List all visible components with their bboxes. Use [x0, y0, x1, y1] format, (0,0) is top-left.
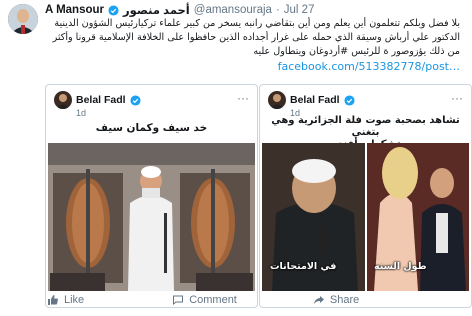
tweet-link[interactable]: facebook.com/513382778/post… [278, 60, 460, 73]
author-avatar[interactable] [8, 4, 38, 34]
tweet-line: بلا فضل وبلكم تتعلمون أين يعلم ومن أين ب… [54, 18, 460, 29]
more-options-icon[interactable]: ··· [451, 91, 463, 105]
embedded-post-left[interactable]: Belal Fadl 1d ··· خد سيف وكمان سيف [45, 84, 258, 308]
author-name[interactable]: A Mansour [45, 4, 104, 16]
card-caption-line: تشاهد بصحبة صوت فلة الجزائرية وهي بتغني [271, 115, 460, 138]
author-handle[interactable]: @amansouraja [194, 4, 272, 16]
card-author-avatar[interactable] [54, 91, 72, 109]
share-button[interactable]: Share [313, 294, 359, 306]
shawarma-photo [48, 143, 255, 291]
thumbs-up-icon [48, 295, 58, 305]
tweet-text: بلا فضل وبلكم تتعلمون أين يعلم ومن أين ب… [45, 17, 460, 74]
action-bar: Like Comment Share [45, 291, 465, 309]
separator: · [275, 4, 280, 16]
verified-icon [108, 4, 119, 16]
tweet-line: من ذلك يؤزوصور ة للرئيس #أردوغان ويتطاول… [253, 46, 460, 58]
like-button[interactable]: Like [47, 294, 84, 306]
card-caption: خد سيف وكمان سيف [95, 122, 208, 134]
more-options-icon[interactable]: ··· [237, 91, 249, 105]
verified-icon [344, 94, 355, 106]
comment-button[interactable]: Comment [172, 294, 237, 306]
tweet-line: الدكتور علي أرباش وسيقة الذي حمله على غر… [52, 32, 460, 44]
card-author-avatar[interactable] [268, 91, 286, 109]
label-all-year: طول السنه [374, 261, 427, 272]
like-label: Like [64, 294, 85, 306]
card-photo[interactable] [48, 143, 255, 291]
card-time: 1d [76, 108, 87, 118]
share-label: Share [329, 294, 360, 306]
card-author-name[interactable]: Belal Fadl [76, 94, 126, 106]
verified-icon [130, 94, 141, 106]
embedded-post-right[interactable]: Belal Fadl 1d ··· تشاهد بصحبة صوت فلة ال… [259, 84, 472, 308]
tweet-header: A Mansour أحمد منصور @amansouraja · Jul … [45, 2, 464, 18]
tweet-date[interactable]: Jul 27 [284, 4, 315, 16]
share-icon [313, 296, 324, 304]
comment-label: Comment [189, 294, 237, 306]
author-name-arabic: أحمد منصور [123, 5, 190, 17]
label-exams: في الامتحانات [270, 261, 337, 272]
comment-icon [173, 295, 184, 306]
card-photo[interactable]: في الامتحانات طول السنه [262, 143, 469, 291]
card-author-name[interactable]: Belal Fadl [290, 94, 340, 106]
